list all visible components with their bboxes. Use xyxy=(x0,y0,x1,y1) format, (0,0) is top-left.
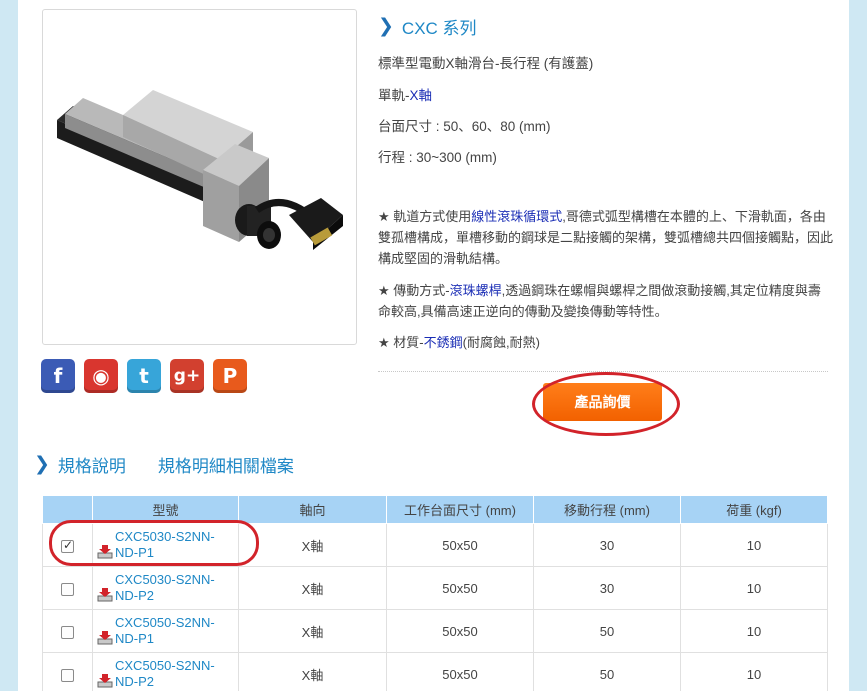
load-cell: 10 xyxy=(680,609,828,653)
model-link[interactable]: CXC5030-S2NN- ND-P2 xyxy=(115,572,215,604)
google-plus-icon[interactable]: g+ xyxy=(170,359,204,393)
size-cell: 50x50 xyxy=(386,609,534,653)
ball-screw-link[interactable]: 滾珠螺桿 xyxy=(450,283,502,298)
table-row: CXC5030-S2NN-ND-P1 X軸 50x50 30 10 xyxy=(42,523,828,567)
table-size-spec: 台面尺寸 : 50、60、80 (mm) xyxy=(378,119,551,134)
header-select xyxy=(42,495,93,524)
table-row: CXC5050-S2NN- ND-P1 X軸 50x50 50 10 xyxy=(42,609,828,653)
weibo-icon[interactable]: ◉ xyxy=(84,359,118,393)
load-cell: 10 xyxy=(680,523,828,567)
stroke-cell: 30 xyxy=(533,566,681,610)
tab-spec[interactable]: 規格說明 xyxy=(58,452,126,477)
header-stroke: 移動行程 (mm) xyxy=(533,495,681,524)
divider xyxy=(378,371,828,372)
plurk-icon[interactable]: P xyxy=(213,359,247,393)
axis-cell: X軸 xyxy=(238,652,387,691)
page: f ◉ t g+ P ❯ CXC 系列 標準型電動X軸滑台-長行程 (有護蓋) … xyxy=(18,0,849,691)
download-icon xyxy=(97,674,113,688)
download-icon xyxy=(97,545,113,559)
load-cell: 10 xyxy=(680,566,828,610)
product-image xyxy=(57,90,343,250)
model-cell: CXC5030-S2NN- ND-P1 xyxy=(92,523,239,567)
row-checkbox[interactable] xyxy=(61,668,74,682)
download-icon xyxy=(97,588,113,602)
download-icon xyxy=(97,631,113,645)
model-cell: CXC5050-S2NN- ND-P1 xyxy=(92,609,239,653)
chevron-right-icon: ❯ xyxy=(34,454,50,475)
spec-table: 型號 軸向 工作台面尺寸 (mm) 移動行程 (mm) 荷重 (kgf) CXC… xyxy=(42,495,828,691)
header-model: 型號 xyxy=(92,495,239,524)
stainless-link[interactable]: 不銹鋼 xyxy=(424,335,463,350)
size-cell: 50x50 xyxy=(386,566,534,610)
linear-ball-link[interactable]: 線性滾珠循環式 xyxy=(471,209,562,224)
stroke-cell: 50 xyxy=(533,652,681,691)
product-image-frame xyxy=(42,9,357,345)
stroke-cell: 30 xyxy=(533,523,681,567)
model-link[interactable]: CXC5050-S2NN- ND-P2 xyxy=(115,658,215,690)
size-cell: 50x50 xyxy=(386,652,534,691)
series-title: CXC 系列 xyxy=(401,19,477,38)
row-checkbox[interactable] xyxy=(61,582,74,596)
axis-type: 單軌-X軸 xyxy=(378,88,433,103)
model-link[interactable]: CXC5030-S2NN- ND-P1 xyxy=(115,529,215,561)
axis-cell: X軸 xyxy=(238,523,387,567)
load-cell: 10 xyxy=(680,652,828,691)
stroke-spec: 行程 : 30~300 (mm) xyxy=(378,150,497,165)
table-row: CXC5050-S2NN- ND-P2 X軸 50x50 50 10 xyxy=(42,652,828,691)
spec-tabs: ❯ 規格說明 規格明細相關檔案 xyxy=(34,452,294,477)
size-cell: 50x50 xyxy=(386,523,534,567)
header-axis: 軸向 xyxy=(238,495,387,524)
inquiry-button[interactable]: 產品詢價 xyxy=(543,383,662,421)
header-load: 荷重 (kgf) xyxy=(680,495,828,524)
social-share-bar: f ◉ t g+ P xyxy=(41,359,247,393)
model-link[interactable]: CXC5050-S2NN- ND-P1 xyxy=(115,615,215,647)
row-select-cell xyxy=(42,523,93,567)
header-table-size: 工作台面尺寸 (mm) xyxy=(386,495,534,524)
row-checkbox[interactable] xyxy=(61,625,74,639)
stroke-cell: 50 xyxy=(533,609,681,653)
tab-files[interactable]: 規格明細相關檔案 xyxy=(158,452,294,477)
model-cell: CXC5050-S2NN- ND-P2 xyxy=(92,652,239,691)
feature-material: ★ 材質-不銹鋼(耐腐蝕,耐熱) xyxy=(378,335,540,350)
row-select-cell xyxy=(42,566,93,610)
axis-link[interactable]: X軸 xyxy=(410,88,433,103)
facebook-icon[interactable]: f xyxy=(41,359,75,393)
axis-cell: X軸 xyxy=(238,566,387,610)
product-subtitle: 標準型電動X軸滑台-長行程 (有護蓋) xyxy=(378,56,594,71)
model-cell: CXC5030-S2NN- ND-P2 xyxy=(92,566,239,610)
twitter-icon[interactable]: t xyxy=(127,359,161,393)
row-checkbox[interactable] xyxy=(61,538,74,553)
table-row: CXC5030-S2NN- ND-P2 X軸 50x50 30 10 xyxy=(42,566,828,610)
axis-cell: X軸 xyxy=(238,609,387,653)
feature-drive: ★ 傳動方式-滾珠螺桿,透過鋼珠在螺帽與螺桿之間做滾動接觸,其定位精度與壽命較高… xyxy=(378,283,821,319)
chevron-right-icon: ❯ xyxy=(378,16,394,37)
feature-rail: ★ 軌道方式使用線性滾珠循環式,哥德式弧型構槽在本體的上、下滑軌面，各由雙孤槽構… xyxy=(378,209,834,266)
table-header-row: 型號 軸向 工作台面尺寸 (mm) 移動行程 (mm) 荷重 (kgf) xyxy=(42,495,828,524)
product-title: ❯ CXC 系列 xyxy=(378,14,828,39)
row-select-cell xyxy=(42,652,93,691)
row-select-cell xyxy=(42,609,93,653)
